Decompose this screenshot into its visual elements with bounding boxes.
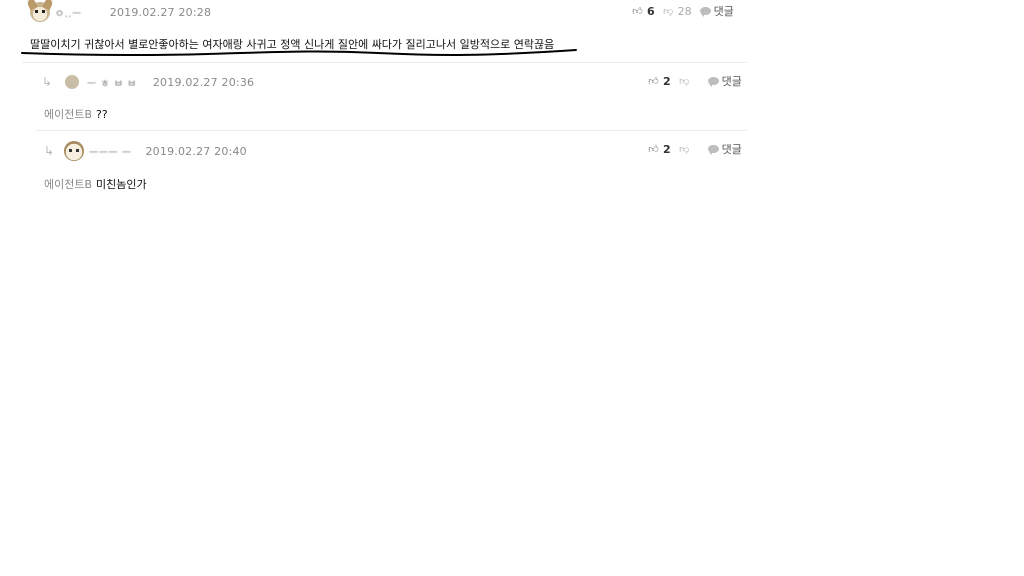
reply-button[interactable]: 댓글 [722,73,742,89]
nickname[interactable]: ㅇ..ㅡ [55,5,82,20]
comment-body: ?? [96,108,108,121]
thumbs-up-icon[interactable]: 👍︎ [632,6,643,17]
speech-bubble-icon[interactable] [699,7,711,17]
vote-bar: 👍︎ 2 👎︎ 댓글 [648,73,742,89]
nickname[interactable]: ㅡ ㅎ ㅂ ㅂ [87,75,137,90]
comment-item: ㅇ..ㅡ 2019.02.27 20:28 👍︎ 6 👎︎ 28 댓글 딸딸이치… [0,0,750,62]
speech-bubble-icon[interactable] [707,77,719,87]
reply-item: ↳ ㅡ ㅎ ㅂ ㅂ 2019.02.27 20:36 👍︎ 2 👎︎ 댓글 에이… [22,62,747,130]
comment-date: 2019.02.27 20:28 [109,5,212,19]
thumbs-down-icon[interactable]: 👎︎ [663,6,674,17]
like-count: 2 [663,74,671,88]
like-count: 6 [647,4,655,18]
comment-meta: ㅇ..ㅡ 2019.02.27 20:28 [30,2,211,22]
comment-text: 에이전트B 미친놈인가 [44,176,147,192]
speech-bubble-icon[interactable] [707,145,719,155]
reply-arrow-icon: ↳ [44,144,55,158]
vote-bar: 👍︎ 2 👎︎ 댓글 [648,141,742,157]
comment-body: 미친놈인가 [96,178,147,191]
comment-date: 2019.02.27 20:40 [145,144,247,158]
nickname[interactable]: ㅡㅡㅡ ㅡ [89,144,131,159]
comment-date: 2019.02.27 20:36 [152,75,255,89]
comment-text: 에이전트B?? [44,106,108,122]
comment-meta: ↳ ㅡ ㅎ ㅂ ㅂ 2019.02.27 20:36 [42,72,254,92]
dislike-count: 28 [677,4,692,18]
thumbs-up-icon[interactable]: 👍︎ [648,144,659,155]
thumbs-up-icon[interactable]: 👍︎ [648,76,659,87]
thumbs-down-icon[interactable]: 👎︎ [679,144,690,155]
like-count: 2 [663,142,671,156]
handwritten-underline [21,49,577,57]
avatar[interactable] [64,141,84,161]
thumbs-down-icon[interactable]: 👎︎ [679,76,690,87]
reply-button[interactable]: 댓글 [722,141,742,157]
reply-arrow-icon: ↳ [42,75,53,89]
reply-button[interactable]: 댓글 [714,3,734,19]
avatar[interactable] [65,75,79,89]
comment-meta: ↳ ㅡㅡㅡ ㅡ 2019.02.27 20:40 [44,140,247,162]
reply-item: ↳ ㅡㅡㅡ ㅡ 2019.02.27 20:40 👍︎ 2 👎︎ 댓글 에이전트… [36,130,747,194]
avatar[interactable] [30,2,50,22]
mention[interactable]: 에이전트B [44,108,92,121]
mention[interactable]: 에이전트B [44,178,92,191]
vote-bar: 👍︎ 6 👎︎ 28 댓글 [632,3,734,19]
